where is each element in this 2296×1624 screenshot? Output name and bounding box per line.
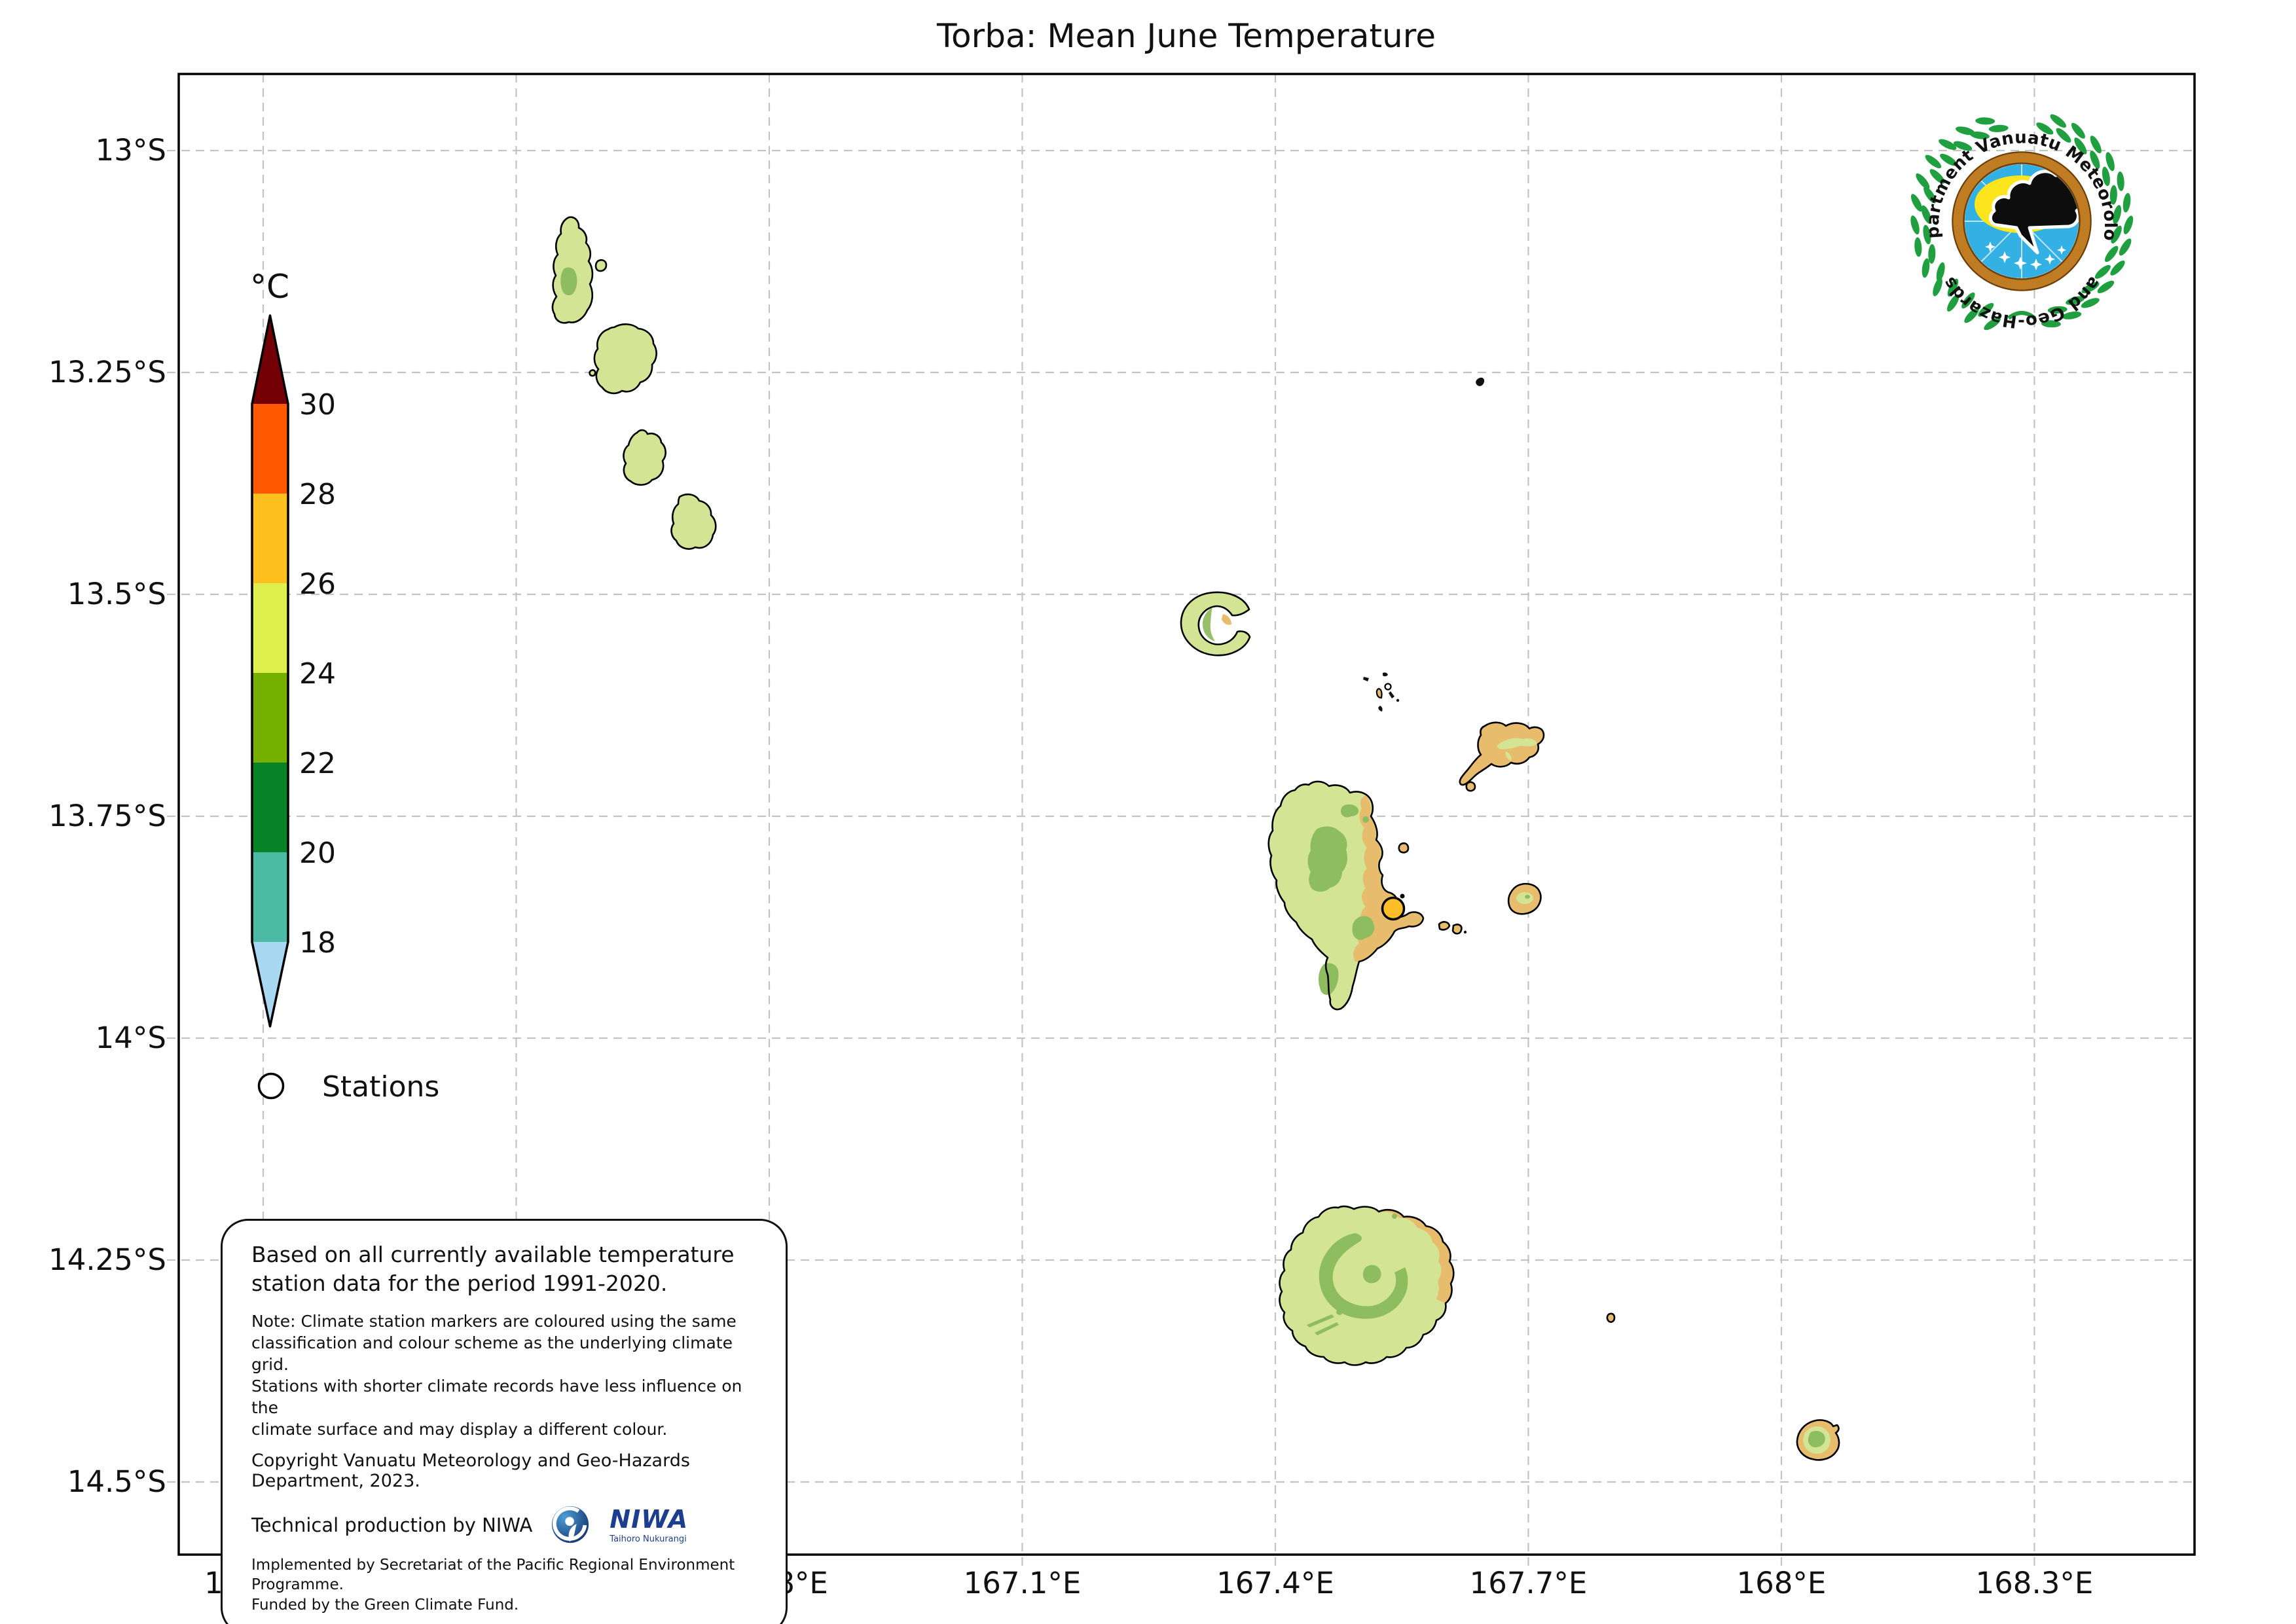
colorbar-tick-label: 26 [299, 568, 336, 601]
info-box-heading: Based on all currently available tempera… [251, 1240, 757, 1297]
text-line: Based on all currently available tempera… [251, 1242, 735, 1267]
x-tick-label: 168°E [1737, 1566, 1827, 1600]
wreath-leaf [1975, 117, 1995, 125]
text-line: climate surface and may display a differ… [251, 1420, 668, 1439]
colorbar-segment [252, 673, 288, 763]
colorbar-arrow-bottom [252, 942, 288, 1026]
wreath-leaf [1910, 194, 1923, 212]
y-tick-label: 14.5°S [67, 1464, 166, 1499]
colorbar-tick-label: 20 [299, 837, 336, 870]
x-tick-label: 167.1°E [964, 1566, 1082, 1600]
figure-canvas: Torba: Mean June Temperature 166.2°E166.… [0, 0, 2296, 1624]
y-tick-label: 13.75°S [48, 799, 166, 833]
islet [1606, 1312, 1616, 1323]
wreath-leaf [2071, 122, 2085, 139]
colorbar: 30 28 26 24 22 20 18 [251, 314, 336, 1028]
colorbar-tick-label: 28 [299, 478, 336, 511]
islet [1398, 842, 1410, 854]
wreath-leaf [2123, 215, 2134, 234]
info-box-note: Note: Climate station markers are colour… [251, 1310, 757, 1440]
y-tick-label: 13.25°S [48, 355, 166, 389]
island-highland [560, 267, 577, 296]
info-box-implemented: Implemented by Secretariat of the Pacifi… [251, 1555, 757, 1615]
island-volcano-cone [1363, 1265, 1381, 1284]
island-ridge [1516, 892, 1533, 904]
wreath-leaf [2050, 114, 2067, 128]
x-tick-label: 167.7°E [1470, 1566, 1588, 1600]
y-axis-tick-labels: 13°S 13.25°S 13.5°S 13.75°S 14°S 14.25°S 14.5°… [48, 133, 166, 1499]
wreath-leaf [1916, 173, 1930, 189]
wreath-leaf [2117, 171, 2124, 191]
niwa-wordmark-block: NIWA Taihoro Nukurangi [610, 1507, 688, 1544]
text-line: station data for the period 1991-2020. [251, 1270, 668, 1296]
wreath-leaf [1914, 237, 1922, 257]
reef-islets [1363, 672, 1400, 712]
colorbar-tick-label: 22 [299, 747, 336, 780]
island [594, 259, 608, 272]
y-tick-label: 13.5°S [67, 577, 166, 611]
info-box: Based on all currently available tempera… [221, 1219, 788, 1624]
stations-legend-marker [257, 1072, 285, 1100]
colorbar-tick-label: 30 [299, 388, 336, 422]
colorbar-segment [252, 404, 288, 494]
island [1180, 591, 1251, 657]
y-tick-label: 14.25°S [48, 1242, 166, 1277]
wreath-leaf [1910, 215, 1920, 235]
x-tick-label: 168.3°E [1976, 1566, 2094, 1600]
info-box-copyright: Copyright Vanuatu Meteorology and Geo-Ha… [251, 1451, 690, 1492]
production-row: Technical production by NIWA NIWA Taihor… [251, 1504, 757, 1546]
colorbar-segment [252, 763, 288, 852]
niwa-swirl-icon [552, 1506, 589, 1543]
island-highland [1525, 895, 1530, 899]
y-tick-label: 13°S [96, 133, 166, 168]
niwa-wordmark: NIWA [610, 1504, 689, 1534]
wreath-leaf [2119, 238, 2132, 256]
islet [1476, 377, 1485, 386]
island [670, 493, 717, 550]
niwa-tagline: Taihoro Nukurangi [610, 1534, 687, 1544]
text-line: Implemented by Secretariat of the Pacifi… [251, 1557, 735, 1594]
wreath-leaf [2110, 261, 2125, 276]
islet [1451, 924, 1463, 935]
colorbar-tick-label: 18 [299, 926, 336, 960]
islet [1400, 893, 1405, 899]
islet [1465, 781, 1476, 792]
islet [1438, 921, 1451, 931]
wreath-leaf [2094, 264, 2111, 279]
colorbar-segment [252, 494, 288, 583]
colorbar-segment [252, 583, 288, 673]
island-highland [1362, 816, 1369, 823]
colorbar-arrow-top [252, 316, 288, 404]
text-line: Funded by the Green Climate Fund. [251, 1596, 519, 1614]
islet [589, 369, 596, 377]
text-line: classification and colour scheme as the … [251, 1333, 733, 1375]
islet [1463, 930, 1467, 934]
text-line: Note: Climate station markers are colour… [251, 1312, 737, 1331]
text-line: Stations with shorter climate records ha… [251, 1377, 742, 1418]
wreath-leaf [2123, 192, 2131, 213]
page-title: Torba: Mean June Temperature [936, 17, 1436, 55]
island [1459, 721, 1545, 786]
stations-legend: Stations [257, 1070, 439, 1104]
colorbar-unit-label: °C [250, 268, 289, 306]
island-warm-patch [1222, 614, 1231, 625]
station-marker [1381, 896, 1406, 921]
island [623, 429, 666, 486]
colorbar-segment [252, 852, 288, 942]
x-tick-label: 167.4°E [1216, 1566, 1334, 1600]
island-highland [1336, 1308, 1343, 1315]
y-tick-label: 14°S [96, 1020, 166, 1055]
island [593, 323, 657, 395]
colorbar-tick-label: 24 [299, 657, 336, 691]
island-highland [1392, 1214, 1397, 1219]
stations-legend-label: Stations [322, 1070, 439, 1104]
production-label: Technical production by NIWA [251, 1514, 533, 1537]
wreath-leaf [2104, 245, 2119, 262]
